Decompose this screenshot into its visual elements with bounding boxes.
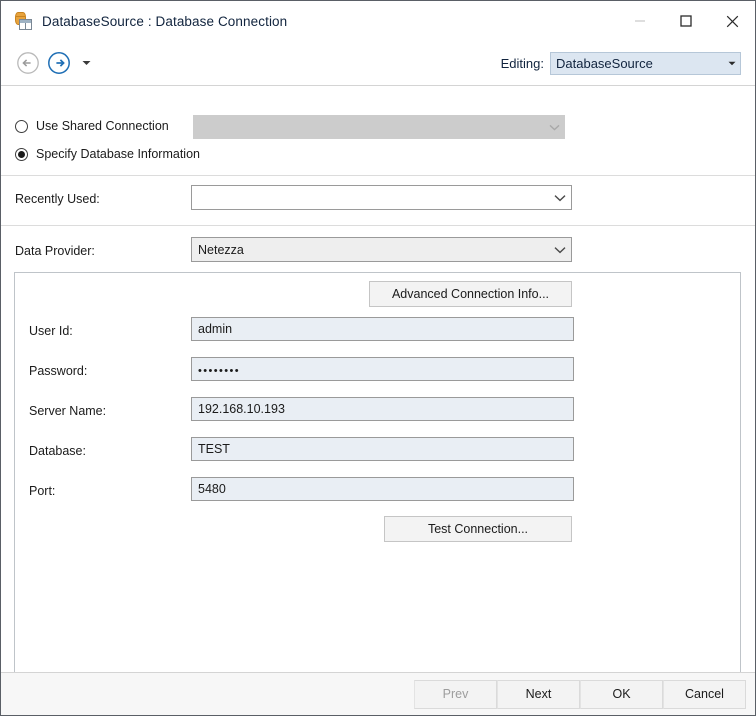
ok-button[interactable]: OK [580,680,663,709]
database-table-icon [14,12,33,31]
chevron-down-icon [723,61,740,66]
editing-combobox[interactable]: DatabaseSource [550,52,741,75]
back-arrow-icon [16,51,40,75]
data-provider-label: Data Provider: [15,244,95,258]
minimize-icon [634,15,646,27]
server-name-value: 192.168.10.193 [192,402,285,416]
data-provider-combobox[interactable]: Netezza [191,237,572,262]
password-field[interactable]: •••••••• [191,357,574,381]
maximize-button[interactable] [663,1,709,41]
dialog-content: Use Shared Connection Specify Database I… [1,86,755,672]
chevron-down-icon [549,194,571,202]
forward-button[interactable] [46,50,72,76]
history-dropdown-button[interactable] [79,53,93,73]
chevron-down-icon [549,246,571,254]
forward-arrow-icon [47,51,71,75]
radio-label-shared: Use Shared Connection [36,119,169,133]
chevron-down-icon [544,124,564,131]
maximize-icon [679,14,693,28]
prev-button[interactable]: Prev [414,680,497,709]
database-label: Database: [29,444,86,458]
port-value: 5480 [192,482,226,496]
editing-selector: Editing: DatabaseSource [501,52,741,75]
editing-label: Editing: [501,56,544,71]
window-controls [617,1,755,41]
next-button[interactable]: Next [497,680,580,709]
minimize-button[interactable] [617,1,663,41]
window-title: DatabaseSource : Database Connection [42,14,287,29]
server-name-field[interactable]: 192.168.10.193 [191,397,574,421]
title-bar: DatabaseSource : Database Connection [1,1,755,41]
recently-used-label: Recently Used: [15,192,100,206]
dialog-footer: Prev Next OK Cancel [1,672,755,715]
database-value: TEST [192,442,230,456]
chevron-down-icon [82,60,91,66]
navigation-bar: Editing: DatabaseSource [1,41,755,86]
recently-used-combobox[interactable] [191,185,572,210]
radio-use-shared-connection[interactable]: Use Shared Connection [15,119,169,133]
database-connection-dialog: DatabaseSource : Database Connection [0,0,756,716]
editing-combobox-value: DatabaseSource [551,56,653,71]
shared-connection-combobox [193,115,565,139]
divider-top [1,175,755,176]
divider-recently-used [1,225,755,226]
cancel-button[interactable]: Cancel [663,680,746,709]
password-label: Password: [29,364,87,378]
user-id-value: admin [192,322,232,336]
port-field[interactable]: 5480 [191,477,574,501]
database-field[interactable]: TEST [191,437,574,461]
port-label: Port: [29,484,55,498]
user-id-field[interactable]: admin [191,317,574,341]
close-icon [725,14,740,29]
close-button[interactable] [709,1,755,41]
advanced-connection-info-button[interactable]: Advanced Connection Info... [369,281,572,307]
radio-indicator-shared [15,120,28,133]
test-connection-button[interactable]: Test Connection... [384,516,572,542]
radio-indicator-specify [15,148,28,161]
server-name-label: Server Name: [29,404,106,418]
data-provider-value: Netezza [192,243,244,257]
password-value: •••••••• [192,362,240,377]
radio-label-specify: Specify Database Information [36,147,200,161]
user-id-label: User Id: [29,324,73,338]
back-button[interactable] [15,50,41,76]
radio-specify-database-information[interactable]: Specify Database Information [15,147,200,161]
